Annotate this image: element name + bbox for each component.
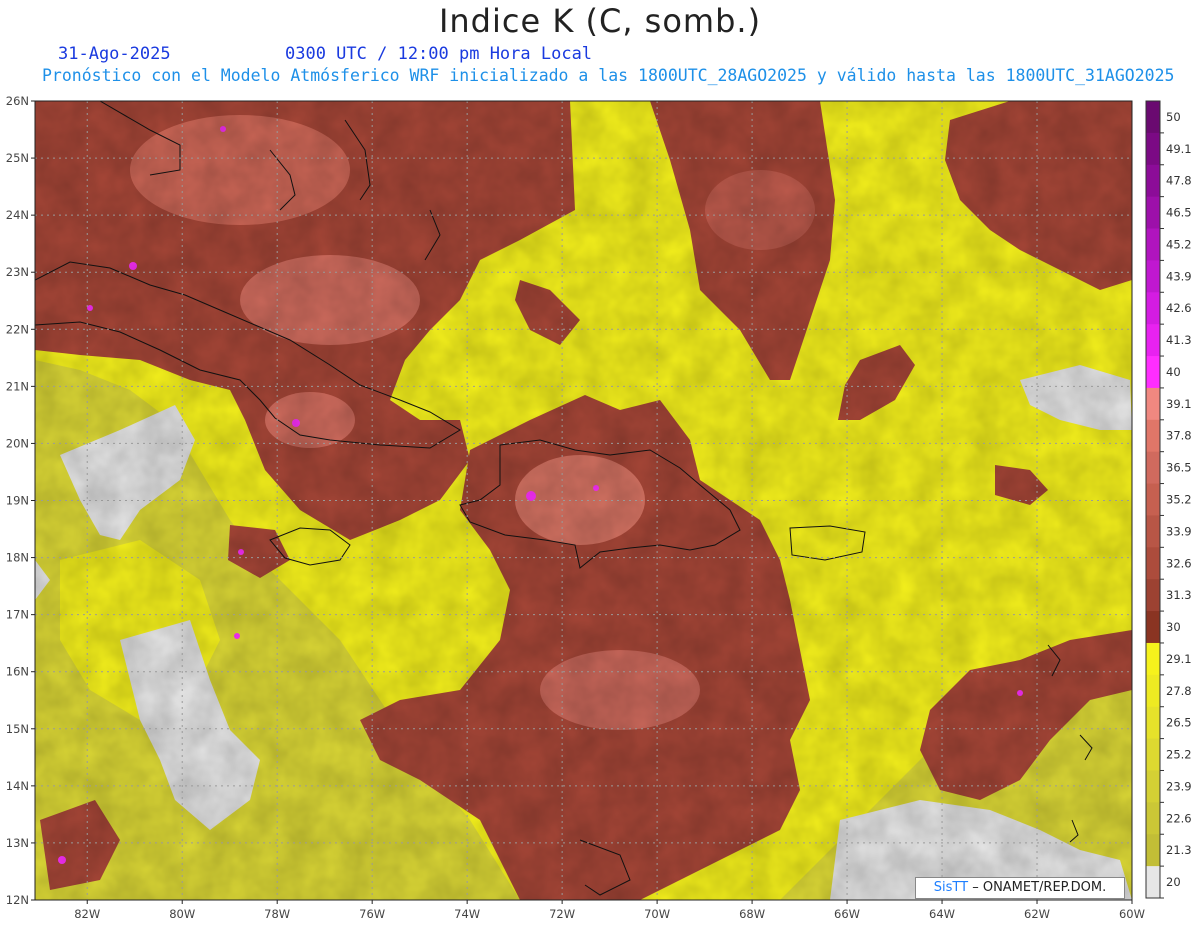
weather-map: 26N 25N 24N 23N 22N 21N 20N 19N 18N 17N 16N 15N 14N 1… — [6, 94, 1192, 921]
colorbar-label: 32.6 — [1166, 556, 1192, 570]
colorbar-label: 30 — [1166, 620, 1181, 634]
colorbar-segment — [1146, 547, 1160, 580]
colorbar-label: 50 — [1166, 110, 1181, 124]
lat-label: 12N — [6, 893, 29, 907]
colorbar-label: 25.2 — [1166, 748, 1192, 762]
colorbar-label: 39.1 — [1166, 397, 1192, 411]
colorbar-label: 43.9 — [1166, 269, 1192, 283]
lat-label: 17N — [6, 608, 29, 622]
colorbar-label: 42.6 — [1166, 301, 1192, 315]
colorbar-label: 46.5 — [1166, 206, 1192, 220]
lat-label: 21N — [6, 379, 29, 393]
colorbar-segment — [1146, 324, 1160, 357]
lon-label: 76W — [359, 907, 385, 921]
lon-label: 68W — [739, 907, 765, 921]
colorbar-label: 49.1 — [1166, 142, 1192, 156]
colorbar-segment — [1146, 196, 1160, 230]
colorbar-label: 41.3 — [1166, 333, 1192, 347]
colorbar-segment — [1146, 770, 1160, 803]
lat-label: 15N — [6, 722, 29, 736]
colorbar-segment — [1146, 260, 1160, 293]
lon-label: 60W — [1119, 907, 1145, 921]
colorbar-label: 35.2 — [1166, 493, 1192, 507]
longitude-labels: 82W 80W 78W 76W 74W 72W 70W 68W 66W 64W 62W 60W — [74, 907, 1145, 921]
colorbar-label: 27.8 — [1166, 684, 1192, 698]
lon-label: 80W — [169, 907, 195, 921]
colorbar-label: 40 — [1166, 365, 1181, 379]
lon-label: 74W — [454, 907, 480, 921]
colorbar-label: 22.6 — [1166, 811, 1192, 825]
index-field — [35, 101, 1132, 900]
colorbar-segment — [1146, 356, 1160, 389]
colorbar-label: 21.3 — [1166, 843, 1192, 857]
field-texture — [35, 101, 1132, 900]
lat-label: 22N — [6, 322, 29, 336]
colorbar-segment — [1146, 642, 1160, 676]
colorbar-segment — [1146, 834, 1160, 867]
colorbar-segment — [1146, 483, 1160, 516]
lat-label: 20N — [6, 436, 29, 450]
colorbar-segment — [1146, 579, 1160, 612]
colorbar-label: 31.3 — [1166, 588, 1192, 602]
colorbar-label: 33.9 — [1166, 524, 1192, 538]
colorbar-segment — [1146, 451, 1160, 485]
lat-label: 23N — [6, 265, 29, 279]
colorbar-segment — [1146, 802, 1160, 835]
lon-label: 70W — [644, 907, 670, 921]
colorbar-segment — [1146, 101, 1160, 134]
lon-label: 82W — [74, 907, 100, 921]
colorbar: 50 49.1 47.8 46.5 45.2 43.9 42.6 41.3 40 39.1 37.8… — [1145, 100, 1192, 899]
lat-label: 18N — [6, 551, 29, 565]
colorbar-segment — [1146, 387, 1160, 421]
lat-label: 24N — [6, 208, 29, 222]
colorbar-segment — [1146, 419, 1160, 453]
colorbar-label: 37.8 — [1166, 429, 1192, 443]
colorbar-label: 23.9 — [1166, 779, 1192, 793]
colorbar-segment — [1146, 611, 1160, 644]
lat-label: 19N — [6, 494, 29, 508]
lat-label: 16N — [6, 665, 29, 679]
lat-label: 13N — [6, 836, 29, 850]
latitude-labels: 26N 25N 24N 23N 22N 21N 20N 19N 18N 17N 16N 15N 14N 1… — [6, 94, 29, 907]
lon-label: 64W — [929, 907, 955, 921]
colorbar-label: 26.5 — [1166, 716, 1192, 730]
lon-label: 62W — [1024, 907, 1050, 921]
colorbar-label: 45.2 — [1166, 237, 1192, 251]
lon-label: 72W — [549, 907, 575, 921]
credit-brand: SisTT — [933, 880, 969, 895]
colorbar-segment — [1146, 164, 1160, 198]
lon-label: 78W — [264, 907, 290, 921]
colorbar-segment — [1146, 738, 1160, 771]
colorbar-segment — [1146, 866, 1160, 899]
colorbar-label: 29.1 — [1166, 652, 1192, 666]
colorbar-label: 36.5 — [1166, 461, 1192, 475]
lat-label: 26N — [6, 94, 29, 108]
colorbar-label: 20 — [1166, 875, 1181, 889]
colorbar-segment — [1146, 132, 1160, 166]
colorbar-segment — [1146, 292, 1160, 325]
lat-label: 25N — [6, 151, 29, 165]
credit-box: SisTT – ONAMET/REP.DOM. — [915, 877, 1125, 899]
lon-label: 66W — [834, 907, 860, 921]
lat-label: 14N — [6, 779, 29, 793]
colorbar-label: 47.8 — [1166, 174, 1192, 188]
colorbar-segment — [1146, 706, 1160, 740]
credit-text: – ONAMET/REP.DOM. — [972, 880, 1107, 895]
colorbar-segment — [1146, 228, 1160, 261]
colorbar-segment — [1146, 674, 1160, 708]
colorbar-segment — [1146, 515, 1160, 548]
